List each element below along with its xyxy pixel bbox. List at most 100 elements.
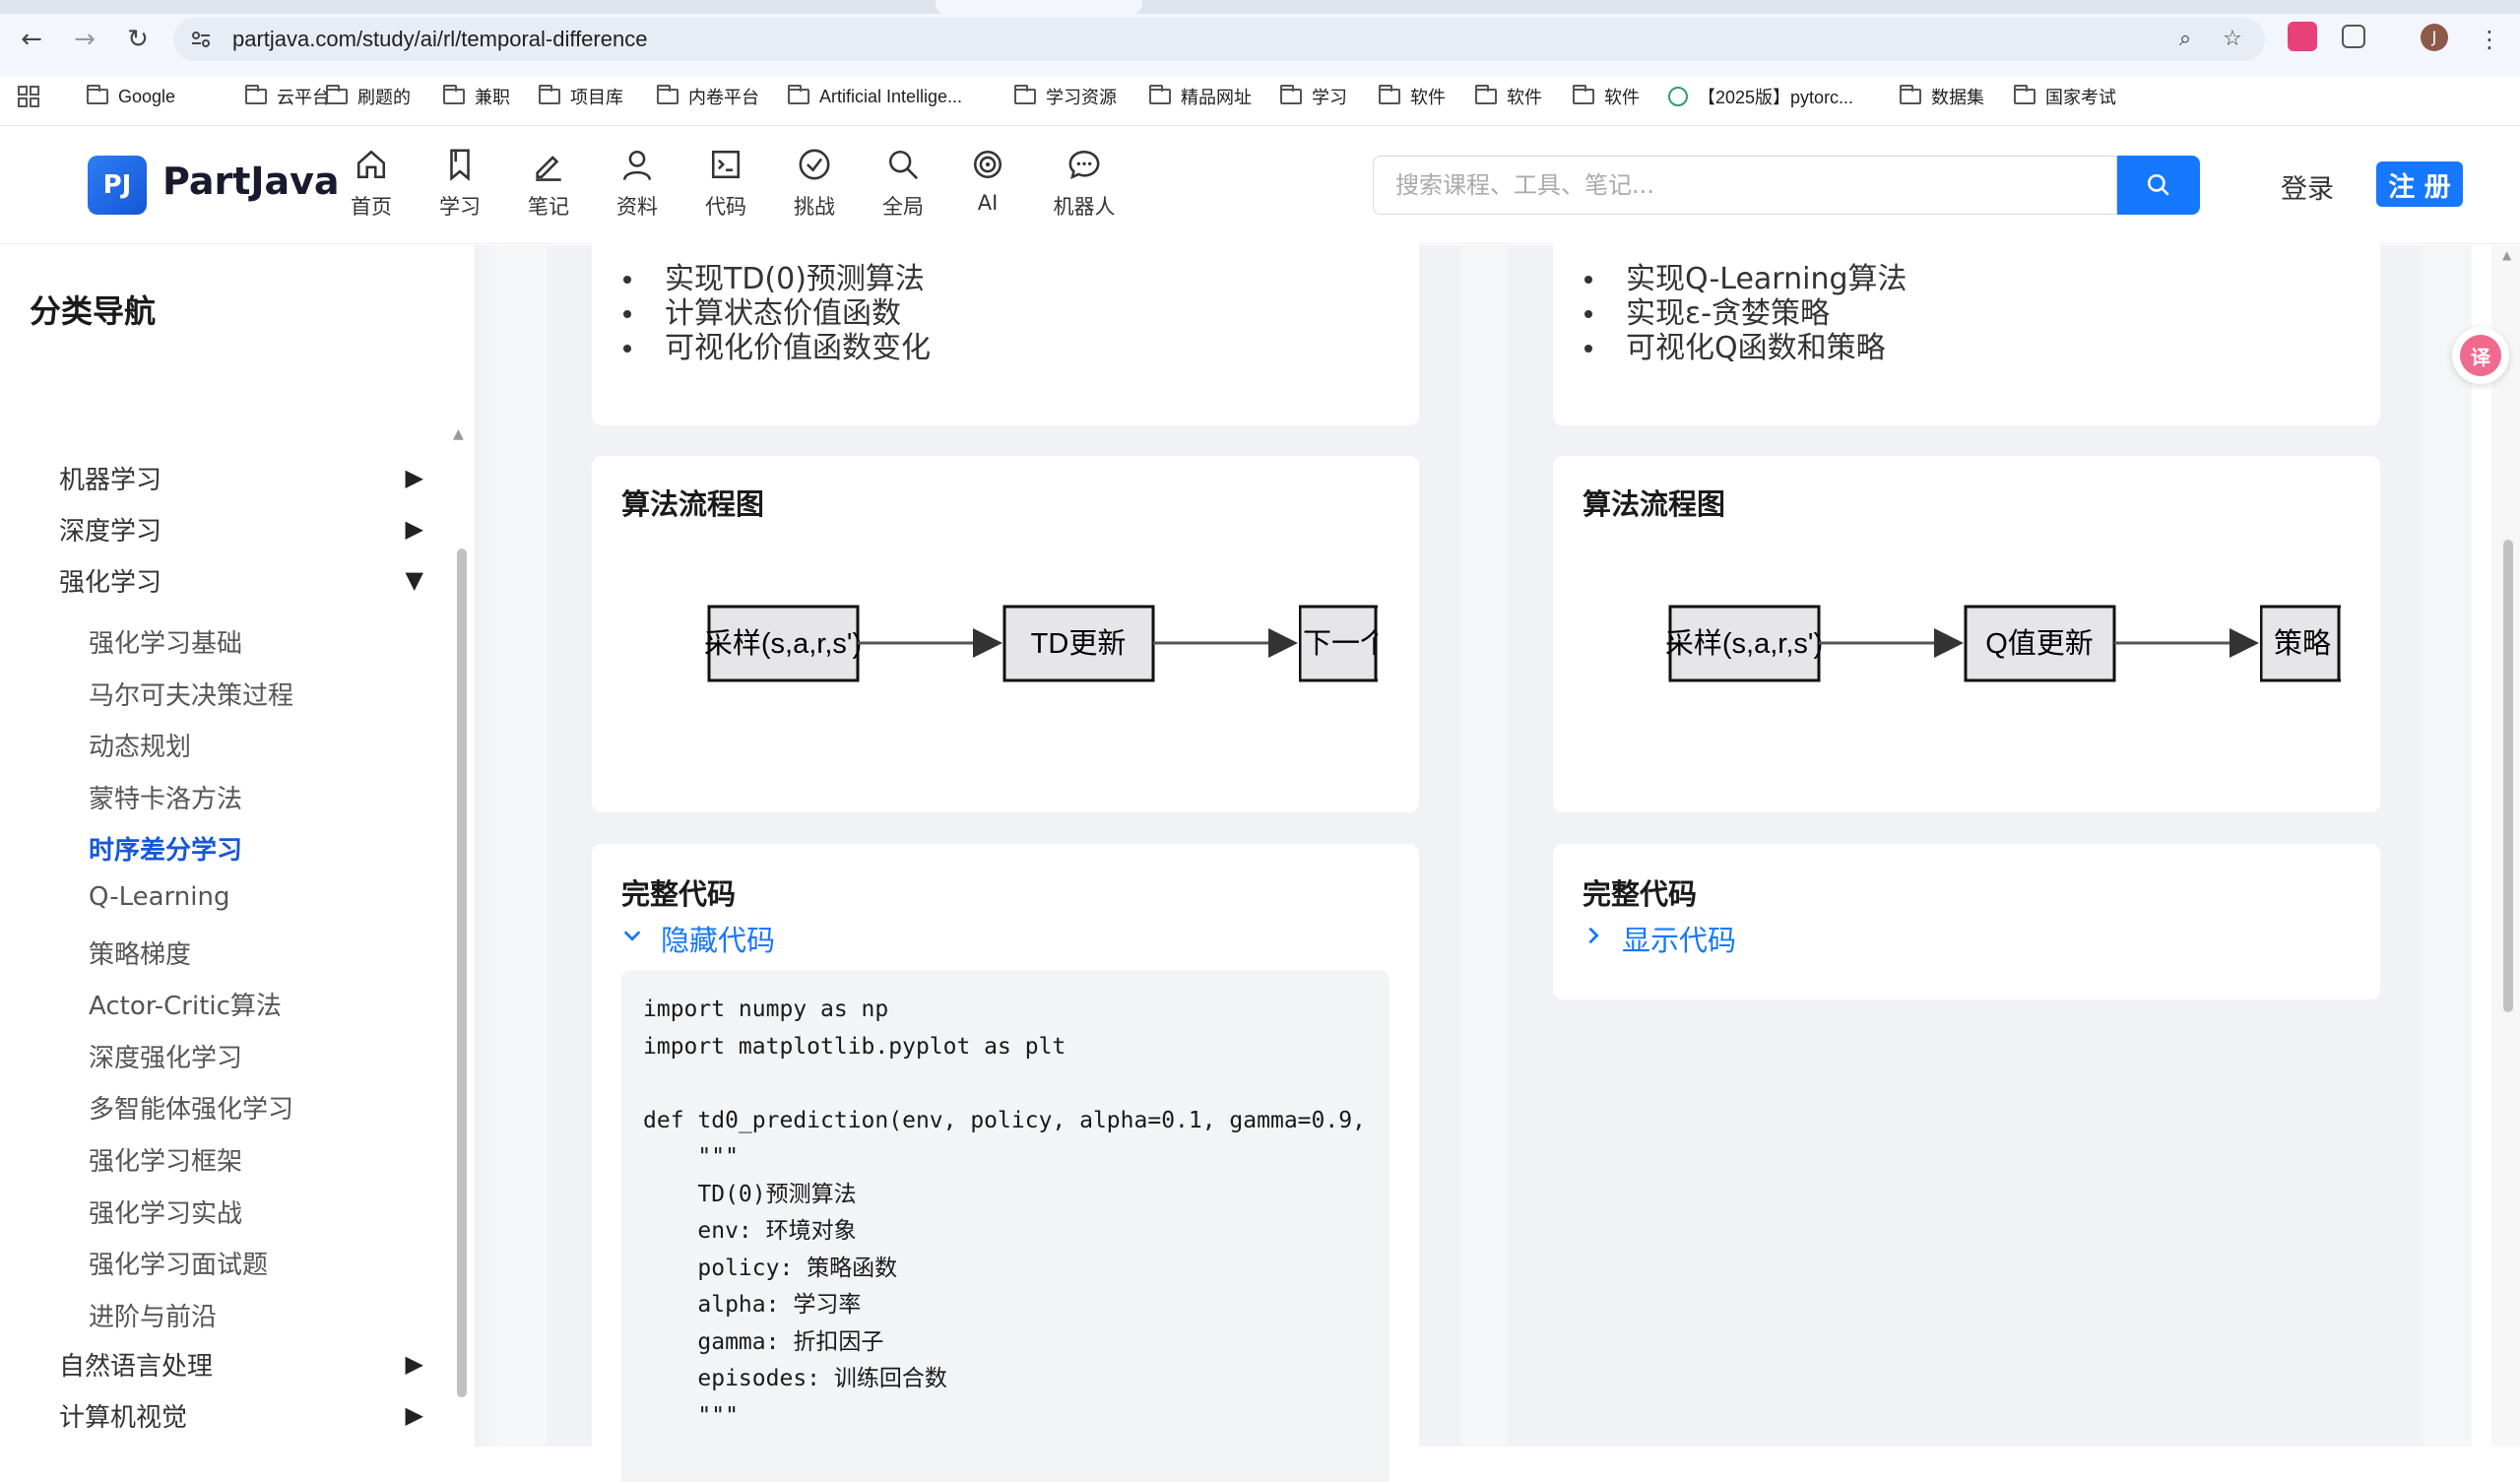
address-bar[interactable]: partjava.com/study/ai/rl/temporal-differ… [173, 18, 2265, 61]
category-label: 深度学习 [59, 516, 162, 547]
category-reinforcement-learning[interactable]: 强化学习 ▼ [59, 560, 423, 600]
bookmark-label: 内卷平台 [688, 88, 759, 107]
register-button[interactable]: 注 册 [2376, 161, 2463, 207]
reload-icon[interactable]: ↻ [118, 20, 158, 59]
sidebar-item-rl-topic[interactable]: 进阶与前沿 [89, 1297, 217, 1333]
code-line: def td0_prediction(env, policy, alpha=0.… [643, 1107, 1366, 1133]
sidebar-item-rl-topic[interactable]: Actor-Critic算法 [89, 986, 282, 1022]
task-item: 实现TD(0)预测算法 [621, 262, 931, 296]
nav-resources[interactable]: 资料 [598, 148, 677, 226]
toggle-label: 显示代码 [1622, 924, 1737, 957]
bookmark-item[interactable]: 【2025版】pytorc... [1668, 83, 1853, 110]
collapse-arrow-icon: ▼ [405, 566, 423, 594]
chevron-down-icon [621, 925, 643, 952]
sidebar-item-rl-topic[interactable]: 强化学习实战 [89, 1193, 242, 1230]
bookmark-item[interactable]: Google [87, 83, 175, 110]
back-icon[interactable]: ← [12, 20, 51, 59]
sidebar-item-rl-topic[interactable]: 深度强化学习 [89, 1038, 242, 1074]
category-computer-vision[interactable]: 计算机视觉 ▶ [59, 1395, 423, 1435]
sidebar-item-rl-topic[interactable]: 蒙特卡洛方法 [89, 779, 242, 815]
bookmark-item[interactable]: 精品网址 [1149, 83, 1252, 110]
scroll-up-arrow-icon[interactable]: ▲ [453, 426, 464, 442]
bookmark-label: 国家考试 [2045, 88, 2116, 107]
pen-icon [509, 148, 588, 191]
bookmark-item[interactable]: 软件 [1573, 83, 1640, 110]
code-line: """ [643, 1144, 739, 1170]
bookmark-item[interactable]: 数据集 [1900, 83, 1984, 110]
sidebar-item-rl-topic[interactable]: 多智能体强化学习 [89, 1089, 293, 1126]
logo-mark[interactable]: PJ [88, 156, 147, 215]
bookmark-item[interactable]: 学习 [1280, 83, 1347, 110]
chevron-right-icon [1583, 925, 1604, 952]
category-machine-learning[interactable]: 机器学习 ▶ [59, 458, 423, 497]
sidebar-item-rl-topic[interactable]: 动态规划 [89, 727, 191, 763]
code-card-td: 完整代码 隐藏代码 import numpy as np import matpl… [592, 844, 1419, 1482]
bookmark-label: 数据集 [1931, 88, 1984, 107]
page-scroll-thumb[interactable] [2503, 540, 2513, 1012]
nav-global[interactable]: 全局 [864, 148, 942, 226]
nav-study[interactable]: 学习 [420, 148, 499, 226]
bookmark-label: 刷题的 [357, 88, 411, 107]
menu-icon[interactable]: ⋮ [2470, 20, 2509, 59]
logo-text[interactable]: PartJava [162, 160, 340, 203]
task-item: 计算状态价值函数 [621, 296, 931, 331]
bookmark-item[interactable]: 内卷平台 [657, 83, 759, 110]
hide-code-toggle[interactable]: 隐藏代码 [621, 918, 775, 959]
bookmark-item[interactable]: 云平台 [245, 83, 330, 110]
sidebar-item-rl-topic[interactable]: 强化学习面试题 [89, 1245, 268, 1281]
terminal-icon [686, 148, 765, 191]
nav-code[interactable]: 代码 [686, 148, 765, 226]
forward-icon[interactable]: → [65, 20, 104, 59]
folder-icon [1900, 85, 1921, 104]
nav-challenge[interactable]: 挑战 [775, 148, 854, 226]
code-block[interactable]: import numpy as np import matplotlib.pypl… [621, 970, 1389, 1482]
login-link[interactable]: 登录 [2281, 167, 2334, 206]
bookmark-item[interactable]: 刷题的 [326, 83, 411, 110]
site-info-icon[interactable] [189, 28, 213, 51]
bookmark-label: Artificial Intellige... [819, 86, 963, 106]
sidebar-item-rl-topic[interactable]: Q-Learning [89, 882, 229, 912]
bookmark-item[interactable]: 学习资源 [1014, 83, 1117, 110]
browser-toolbar: ← → ↻ partjava.com/study/ai/rl/temporal-… [0, 0, 2520, 77]
sidebar-item-rl-topic[interactable]: 强化学习框架 [89, 1141, 242, 1178]
extensions-icon[interactable] [2342, 25, 2365, 48]
folder-icon [1014, 85, 1036, 104]
bookmark-item[interactable]: 软件 [1475, 83, 1542, 110]
apps-grid-icon[interactable] [18, 83, 39, 110]
folder-icon [326, 85, 348, 104]
expand-arrow-icon: ▶ [405, 464, 423, 491]
sidebar-item-rl-topic[interactable]: 马尔可夫决策过程 [89, 676, 293, 712]
nav-notes[interactable]: 笔记 [509, 148, 588, 226]
bookmark-item[interactable]: Artificial Intellige... [788, 83, 962, 110]
sidebar-item-rl-topic[interactable]: 强化学习基础 [89, 623, 242, 660]
translate-extension-icon[interactable] [2288, 22, 2317, 51]
user-icon [598, 148, 677, 191]
scroll-up-arrow-icon[interactable]: ▲ [2502, 248, 2511, 262]
bookmark-item[interactable]: 项目库 [539, 83, 623, 110]
code-card-qlearning: 完整代码 显示代码 [1553, 844, 2380, 999]
sidebar-item-rl-topic[interactable]: 时序差分学习 [89, 830, 242, 867]
star-icon[interactable]: ☆ [2220, 27, 2245, 52]
category-nlp[interactable]: 自然语言处理 ▶ [59, 1344, 423, 1384]
zoom-icon[interactable]: ⌕ [2172, 27, 2198, 52]
bookmark-item[interactable]: 国家考试 [2014, 83, 2116, 110]
show-code-toggle[interactable]: 显示代码 [1583, 918, 1736, 959]
bookmark-label: 学习 [1312, 88, 1347, 107]
profile-avatar[interactable]: J [2421, 24, 2448, 51]
nav-home[interactable]: 首页 [332, 148, 411, 226]
search-button[interactable] [2117, 156, 2200, 215]
sidebar-scrollbar[interactable] [457, 548, 467, 1397]
nav-label: AI [977, 191, 999, 215]
code-line: """ [643, 1402, 739, 1429]
bookmark-item[interactable]: 软件 [1379, 83, 1446, 110]
category-deep-learning[interactable]: 深度学习 ▶ [59, 509, 423, 548]
search-input[interactable] [1374, 157, 2116, 214]
nav-ai[interactable]: AI [948, 148, 1027, 226]
bookmark-label: 软件 [1507, 88, 1542, 107]
sidebar-item-rl-topic[interactable]: 策略梯度 [89, 934, 191, 971]
bookmark-item[interactable]: 兼职 [443, 83, 510, 110]
nav-robot[interactable]: 机器人 [1045, 148, 1124, 226]
nav-label: 全局 [882, 195, 924, 219]
translate-widget[interactable]: 译 [2452, 327, 2509, 384]
url-text[interactable]: partjava.com/study/ai/rl/temporal-differ… [232, 27, 647, 52]
